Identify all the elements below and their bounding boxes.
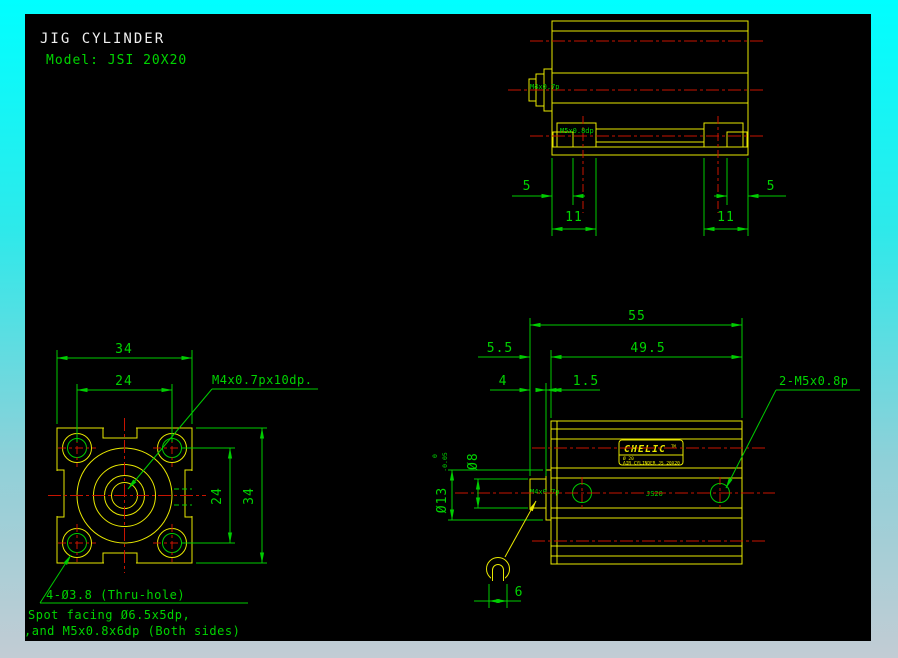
- side-view-dim-dia8: Ø8: [466, 452, 481, 470]
- front-view-thru-hole-note: 4-Ø3.8 (Thru-hole): [46, 588, 185, 602]
- drawing-title: JIG CYLINDER: [40, 31, 165, 47]
- front-view-dim-24-right: 24: [210, 487, 225, 505]
- top-view-dim-11-right: 11: [717, 210, 735, 225]
- side-view-port-callout: 2-M5x0.8p: [779, 374, 849, 388]
- side-view-dim-6: 6: [515, 585, 524, 600]
- top-view-mount-thread-label: M5x0.8dp: [560, 127, 594, 135]
- side-view-dim-4: 4: [499, 374, 508, 389]
- side-view-dim-5-5: 5.5: [487, 341, 513, 356]
- top-view-dim-5-left: 5: [523, 179, 532, 194]
- cad-viewer-window: JIG CYLINDER Model: JSI 20X20 M4x0.7p M5…: [0, 0, 898, 658]
- front-view-thread-callout: M4x0.7px10dp.: [212, 373, 312, 387]
- logo-brand: CHELIC: [624, 444, 666, 455]
- side-view-rod-thread-label: M4x0.7p: [530, 488, 560, 496]
- front-view-dim-34-top: 34: [115, 342, 133, 357]
- top-view-dim-11-left: 11: [565, 210, 583, 225]
- drawing-model: Model: JSI 20X20: [46, 53, 187, 68]
- front-view-spot-facing-note: Spot facing Ø6.5x5dp,: [28, 608, 190, 622]
- side-view-dim-1-5: 1.5: [573, 374, 599, 389]
- front-view-dim-34-right: 34: [242, 487, 257, 505]
- top-view-rod-thread-label: M4x0.7p: [530, 83, 560, 91]
- drawing-area: [25, 14, 871, 641]
- cad-canvas: JIG CYLINDER Model: JSI 20X20 M4x0.7p M5…: [0, 0, 898, 658]
- front-view-thread-depth-note: ,and M5x0.8x6dp (Both sides): [24, 624, 240, 638]
- side-view-dim-55: 55: [628, 309, 646, 324]
- top-view-dim-5-right: 5: [767, 179, 776, 194]
- side-view-dia13-tol-lower: -0.05: [441, 452, 449, 472]
- side-view-dim-dia13: Ø13: [435, 487, 450, 513]
- side-view-marking: JS20: [646, 490, 663, 498]
- side-view-dia13-tol-upper: 0: [431, 454, 439, 458]
- front-view-dim-24-top: 24: [115, 374, 133, 389]
- logo-sub2: AIR CYLINDER JS 20X20: [623, 461, 680, 467]
- side-view-dim-49-5: 49.5: [630, 341, 665, 356]
